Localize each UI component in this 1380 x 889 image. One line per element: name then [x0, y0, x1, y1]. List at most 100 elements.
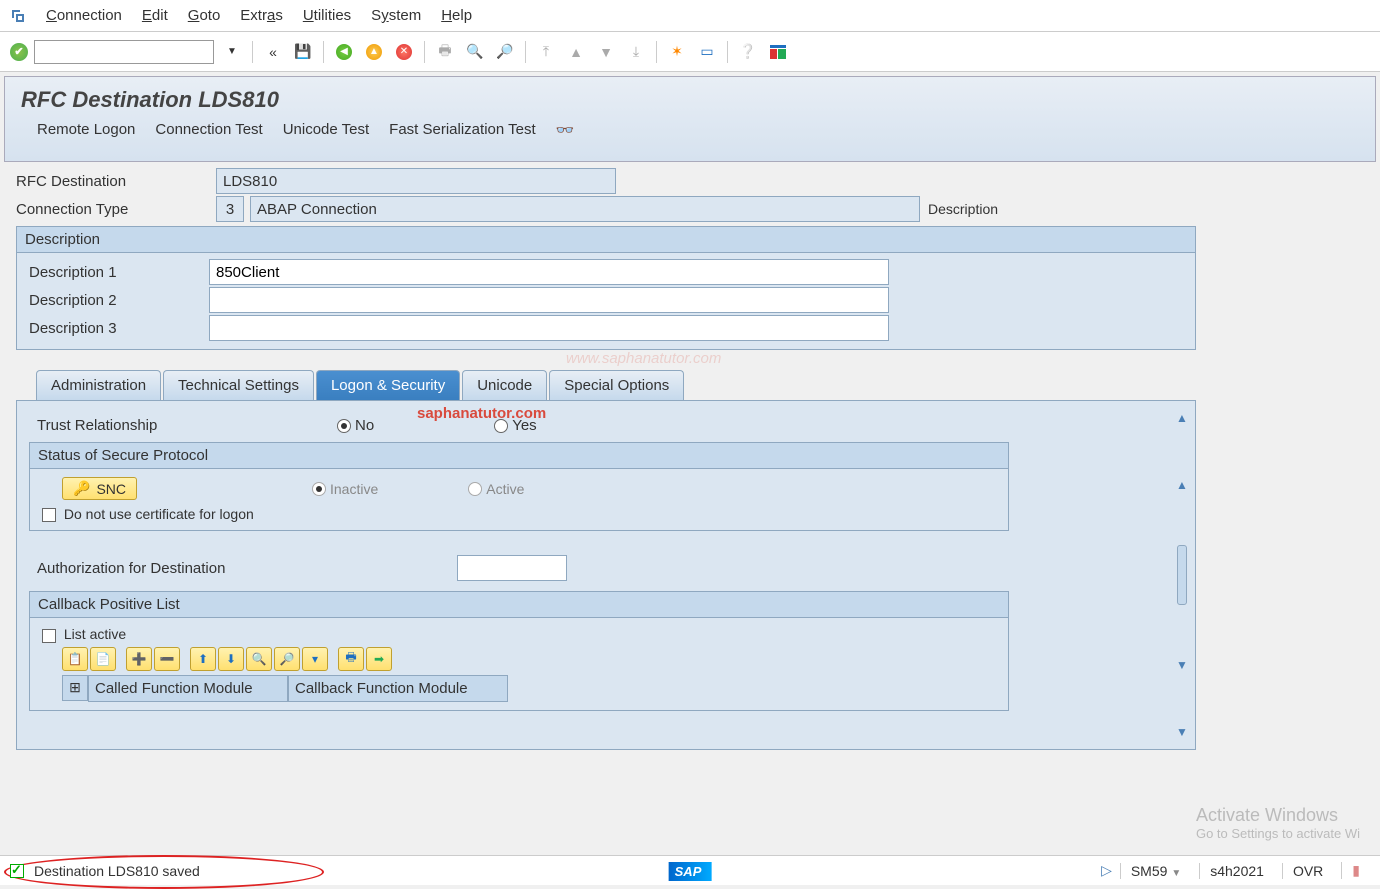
- scroll-down-icon[interactable]: ▼: [1176, 658, 1188, 672]
- page-title: RFC Destination LDS810: [21, 87, 1359, 113]
- grid-toolbar: 📋 📄 ➕ ➖ ⬆ ⬇ 🔍 🔎 ▾ 🖶 ➡: [42, 643, 996, 675]
- system-id: s4h2021: [1199, 863, 1274, 879]
- signal-icon: ▮: [1341, 862, 1370, 879]
- remote-logon-button[interactable]: Remote Logon: [37, 121, 135, 139]
- find-next-icon[interactable]: 🔎: [493, 40, 517, 64]
- status-success-icon: [10, 864, 24, 878]
- print-grid-icon[interactable]: 🖶: [338, 647, 364, 671]
- paste-icon[interactable]: 📄: [90, 647, 116, 671]
- callback-group: Callback Positive List List active 📋 📄 ➕…: [29, 591, 1009, 710]
- dropdown-icon[interactable]: ▼: [220, 40, 244, 64]
- insert-mode: OVR: [1282, 863, 1333, 879]
- sort-asc-icon[interactable]: ⬆: [190, 647, 216, 671]
- tab-special-options[interactable]: Special Options: [549, 370, 684, 400]
- secure-protocol-group: Status of Secure Protocol 🔑 SNC Inactive: [29, 442, 1009, 531]
- menu-system[interactable]: System: [371, 7, 421, 24]
- app-toolbar: Remote Logon Connection Test Unicode Tes…: [21, 113, 1359, 151]
- radio-checked-icon: [337, 419, 351, 433]
- tabstrip: Administration Technical Settings Logon …: [36, 370, 1364, 400]
- watermark-url: www.saphanatutor.com: [566, 350, 721, 367]
- scroll-up-icon[interactable]: ▲: [1176, 478, 1188, 492]
- tab-logon-security[interactable]: Logon & Security: [316, 370, 460, 400]
- rfc-destination-label: RFC Destination: [16, 173, 216, 190]
- find-icon[interactable]: 🔍: [463, 40, 487, 64]
- tab-technical-settings[interactable]: Technical Settings: [163, 370, 314, 400]
- first-page-icon[interactable]: ⤒: [534, 40, 558, 64]
- create-shortcut-icon[interactable]: ▭: [695, 40, 719, 64]
- menu-utilities[interactable]: Utilities: [303, 7, 351, 24]
- title-bar: RFC Destination LDS810 Remote Logon Conn…: [4, 76, 1376, 162]
- no-cert-label: Do not use certificate for logon: [64, 506, 254, 522]
- trust-no-radio[interactable]: No: [337, 417, 374, 434]
- radio-icon: [468, 482, 482, 496]
- filter-icon[interactable]: ▾: [302, 647, 328, 671]
- exit-icon[interactable]: ▲: [362, 40, 386, 64]
- scroll-bottom-icon[interactable]: ▼: [1176, 725, 1188, 739]
- list-active-checkbox[interactable]: [42, 629, 56, 643]
- snc-inactive-label: Inactive: [330, 481, 378, 497]
- grid-col-callback[interactable]: Callback Function Module: [288, 675, 508, 702]
- scroll-thumb[interactable]: [1177, 545, 1187, 605]
- tab-administration[interactable]: Administration: [36, 370, 161, 400]
- snc-button[interactable]: 🔑 SNC: [62, 477, 137, 500]
- statusbar: Destination LDS810 saved SAP ▷ SM59 ▼ s4…: [0, 855, 1380, 885]
- snc-label: SNC: [96, 481, 126, 497]
- menu-extras[interactable]: Extras: [240, 7, 283, 24]
- main-toolbar: ✔ ▼ « 💾 ◀ ▲ ✕ 🖶 🔍 🔎 ⤒ ▲ ▼ ⤓ ✶ ▭ ❔: [0, 32, 1380, 72]
- next-page-icon[interactable]: ▼: [594, 40, 618, 64]
- menu-edit[interactable]: Edit: [142, 7, 168, 24]
- cancel-icon[interactable]: ✕: [392, 40, 416, 64]
- authorization-input[interactable]: [457, 555, 567, 581]
- menu-connection[interactable]: CConnectiononnection: [46, 7, 122, 24]
- activate-windows-watermark: Activate Windows Go to Settings to activ…: [1196, 805, 1360, 841]
- connection-test-button[interactable]: Connection Test: [155, 121, 262, 139]
- new-session-icon[interactable]: ✶: [665, 40, 689, 64]
- description-3-label: Description 3: [29, 320, 209, 337]
- description-2-input[interactable]: [209, 287, 889, 313]
- prev-page-icon[interactable]: ▲: [564, 40, 588, 64]
- grid-header: ⊞ Called Function Module Callback Functi…: [62, 675, 996, 702]
- description-1-label: Description 1: [29, 264, 209, 281]
- insert-row-icon[interactable]: ➕: [126, 647, 152, 671]
- status-message: Destination LDS810 saved: [34, 863, 200, 879]
- list-active-label: List active: [64, 626, 126, 642]
- delete-row-icon[interactable]: ➖: [154, 647, 180, 671]
- print-icon[interactable]: 🖶: [433, 40, 457, 64]
- description-group: Description Description 1 Description 2 …: [16, 226, 1196, 350]
- connection-type-text: ABAP Connection: [250, 196, 920, 222]
- menu-help[interactable]: Help: [441, 7, 472, 24]
- secure-protocol-title: Status of Secure Protocol: [30, 443, 1008, 469]
- rfc-destination-value: LDS810: [216, 168, 616, 194]
- help-icon[interactable]: ❔: [736, 40, 760, 64]
- unicode-test-button[interactable]: Unicode Test: [283, 121, 369, 139]
- connection-type-label: Connection Type: [16, 201, 216, 218]
- back-icon[interactable]: ◀: [332, 40, 356, 64]
- description-3-input[interactable]: [209, 315, 889, 341]
- radio-checked-icon: [312, 482, 326, 496]
- sort-desc-icon[interactable]: ⬇: [218, 647, 244, 671]
- menu-goto[interactable]: Goto: [188, 7, 221, 24]
- back-arrow-icon[interactable]: «: [261, 40, 285, 64]
- grid-col-called[interactable]: Called Function Module: [88, 675, 288, 702]
- copy-icon[interactable]: 📋: [62, 647, 88, 671]
- fast-serialization-test-button[interactable]: Fast Serialization Test: [389, 121, 535, 139]
- last-page-icon[interactable]: ⤓: [624, 40, 648, 64]
- scrollbar[interactable]: ▲ ▲ ▼ ▼: [1173, 411, 1191, 739]
- enter-icon[interactable]: ✔: [10, 43, 28, 61]
- tab-unicode[interactable]: Unicode: [462, 370, 547, 400]
- nav-arrow-icon[interactable]: ▷: [1101, 862, 1112, 879]
- scroll-top-icon[interactable]: ▲: [1176, 411, 1188, 425]
- description-1-input[interactable]: [209, 259, 889, 285]
- grid-select-all-icon[interactable]: ⊞: [62, 675, 88, 701]
- find-grid-icon[interactable]: 🔍: [246, 647, 272, 671]
- sap-logo-icon: SAP: [669, 862, 712, 881]
- menubar: CConnectiononnection Edit Goto Extras Ut…: [0, 0, 1380, 32]
- command-field[interactable]: [34, 40, 214, 64]
- save-icon[interactable]: 💾: [291, 40, 315, 64]
- export-icon[interactable]: ➡: [366, 647, 392, 671]
- transaction-code[interactable]: SM59: [1131, 863, 1168, 879]
- glasses-icon[interactable]: 👓: [556, 121, 575, 139]
- no-cert-checkbox[interactable]: [42, 508, 56, 522]
- layout-icon[interactable]: [766, 40, 790, 64]
- find-next-grid-icon[interactable]: 🔎: [274, 647, 300, 671]
